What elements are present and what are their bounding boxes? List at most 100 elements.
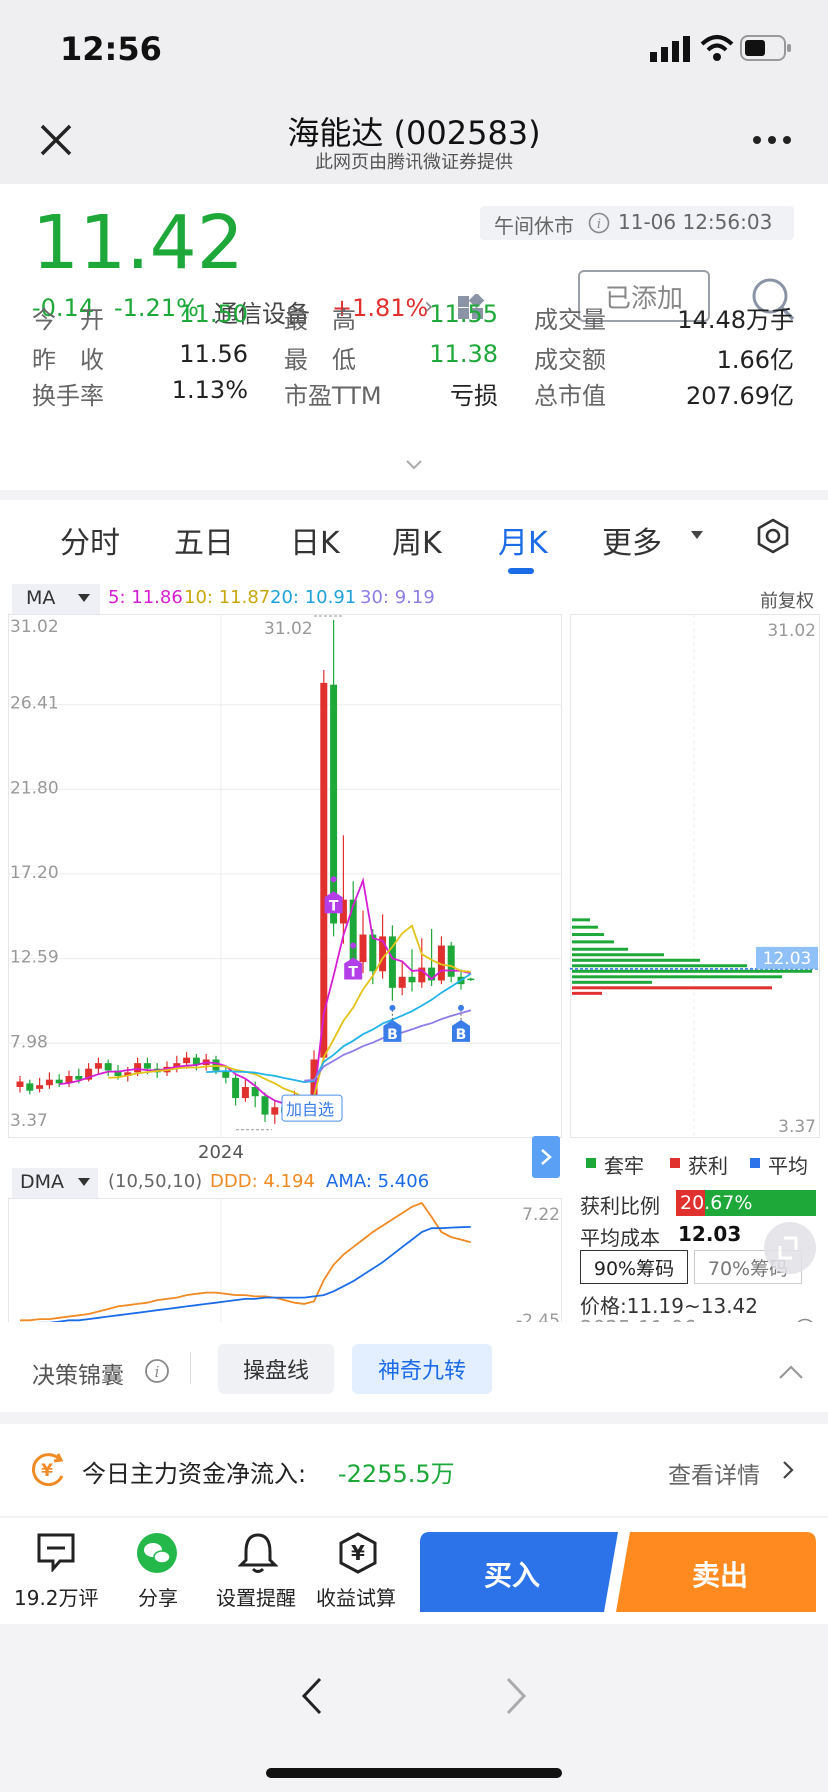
chip-bar <box>572 991 602 995</box>
back-icon[interactable] <box>300 1676 324 1716</box>
stat-value: 11.50 <box>179 300 248 328</box>
tab-5[interactable]: 更多 <box>602 518 662 562</box>
nine-turn-button[interactable]: 神奇九转 <box>352 1344 492 1394</box>
signal-icon <box>650 36 690 62</box>
ma5-value: 5: 11.86 <box>108 587 183 608</box>
wifi-icon <box>700 35 734 61</box>
dma-top-label: 7.22 <box>522 1205 560 1225</box>
y-tick-label: 3.37 <box>10 1111 48 1131</box>
chip-bar <box>572 958 700 962</box>
candle-body <box>467 978 475 981</box>
profit-ratio-bar: 20.67% <box>676 1190 816 1216</box>
trade-line-button[interactable]: 操盘线 <box>218 1344 334 1394</box>
ma-select[interactable]: MA <box>12 584 100 614</box>
y-tick-label: 26.41 <box>10 694 59 714</box>
tab-3[interactable]: 周K <box>392 518 442 562</box>
chevron-right-icon <box>541 1149 552 1165</box>
fund-flow-row[interactable]: ¥ 今日主力资金净流入: -2255.5万 查看详情 <box>0 1424 828 1516</box>
y-tick-label: 7.98 <box>10 1032 48 1052</box>
avg-cost-tag-label: 12.03 <box>763 949 812 969</box>
chip-bar <box>572 953 664 957</box>
dma-label: DMA <box>20 1171 65 1193</box>
view-detail-link[interactable]: 查看详情 <box>668 1456 760 1490</box>
chip-bar <box>572 947 628 951</box>
sell-button[interactable] <box>616 1532 816 1612</box>
ma10-value: 10: 11.87 <box>184 587 271 608</box>
x-axis-label: 2024 <box>198 1142 244 1163</box>
comments-count: 19.2万评 <box>14 1586 99 1610</box>
stat-label: 最 低 <box>284 346 356 374</box>
stat-label: 昨 收 <box>32 346 104 374</box>
chevron-right-icon[interactable] <box>782 1460 794 1480</box>
svg-text:i: i <box>155 1363 160 1381</box>
divider <box>190 1352 191 1384</box>
set-alert-button[interactable]: 设置提醒 <box>210 1532 306 1614</box>
chip-bar <box>572 969 812 973</box>
chip-bar <box>572 933 604 937</box>
nav-bar: 海能达 (002583) 此网页由腾讯微证券提供 <box>0 100 828 184</box>
decision-label: 决策锦囊 <box>32 1363 124 1389</box>
share-label: 分享 <box>138 1586 178 1610</box>
chip-bar <box>572 980 652 984</box>
info-icon[interactable]: i <box>144 1358 170 1384</box>
dma-select[interactable]: DMA <box>12 1168 98 1198</box>
adjust-mode[interactable]: 前复权 <box>760 587 814 613</box>
stat-value: 11.38 <box>429 340 498 368</box>
signal-marker-label: B <box>456 1027 467 1043</box>
market-status-box: 午间休市 i 11-06 12:56:03 <box>480 206 794 240</box>
floating-restore-button[interactable] <box>764 1222 816 1274</box>
legend-swatch <box>750 1158 760 1168</box>
more-dropdown-icon[interactable] <box>690 530 704 540</box>
candle-body <box>104 1063 112 1071</box>
add-watch-label: 加自选 <box>286 1100 334 1119</box>
chevron-down-icon[interactable] <box>406 460 422 470</box>
ma20-line <box>206 973 472 1084</box>
profit-ratio-label: 获利比例 <box>580 1194 660 1218</box>
expand-button[interactable] <box>532 1136 560 1178</box>
legend-swatch <box>670 1158 680 1168</box>
chip-price-range: 价格:11.19~13.42 <box>580 1294 759 1318</box>
stat-value: 1.13% <box>171 376 248 404</box>
comments-button[interactable]: 19.2万评 <box>4 1532 108 1614</box>
stat-value: 207.69亿 <box>686 382 794 410</box>
candle-body <box>143 1063 151 1069</box>
yuan-coin-icon: ¥ <box>32 1453 64 1487</box>
candle-body <box>36 1085 44 1089</box>
calc-label: 收益试算 <box>316 1586 396 1610</box>
tab-0[interactable]: 分时 <box>60 518 120 562</box>
yuan-hexagon-icon: ¥ <box>339 1532 377 1574</box>
forward-icon[interactable] <box>504 1676 528 1716</box>
chip90-button[interactable]: 90%筹码 <box>580 1250 688 1284</box>
browser-nav <box>0 1626 828 1792</box>
stat-label: 总市值 <box>534 382 606 410</box>
more-icon[interactable] <box>752 134 792 146</box>
max-price-label: 31.02 <box>264 619 313 639</box>
chip-bottom-label: 3.37 <box>778 1117 816 1137</box>
tab-underline <box>508 568 534 574</box>
info-icon[interactable]: i <box>588 212 610 234</box>
share-button[interactable]: 分享 <box>118 1532 198 1614</box>
candles <box>16 620 475 1124</box>
stat-label: 成交额 <box>534 346 606 374</box>
tab-4[interactable]: 月K <box>498 518 548 562</box>
profit-calc-button[interactable]: ¥ 收益试算 <box>310 1532 406 1614</box>
tab-2[interactable]: 日K <box>290 518 340 562</box>
chevron-up-icon[interactable] <box>778 1364 804 1380</box>
y-tick-label: 21.80 <box>10 778 59 798</box>
stat-label: 换手率 <box>32 382 104 410</box>
dma-chart[interactable]: 7.22-2.45 <box>8 1198 562 1332</box>
stat-label: 最 高 <box>284 306 356 334</box>
quote-panel: 11.42 午间休市 i 11-06 12:56:03 -0.14 -1.21%… <box>0 184 828 490</box>
y-tick-label: 12.59 <box>10 948 59 968</box>
candle-body <box>232 1077 240 1099</box>
settings-icon[interactable] <box>756 518 790 554</box>
chip-top-label: 31.02 <box>767 621 816 641</box>
buy-button[interactable] <box>420 1532 620 1612</box>
avg-cost-label: 平均成本 <box>580 1226 660 1250</box>
chart-area: MA 5: 11.86 10: 11.87 20: 10.91 30: 9.19… <box>0 582 828 1344</box>
stat-value: 1.66亿 <box>716 346 794 374</box>
stat-label: 成交量 <box>534 306 606 334</box>
kline-chart[interactable]: 31.02 26.41 21.80 17.20 12.59 7.98 3.37 31.02 T T… <box>8 614 562 1138</box>
candle-body <box>16 1081 24 1088</box>
tab-1[interactable]: 五日 <box>174 518 234 562</box>
